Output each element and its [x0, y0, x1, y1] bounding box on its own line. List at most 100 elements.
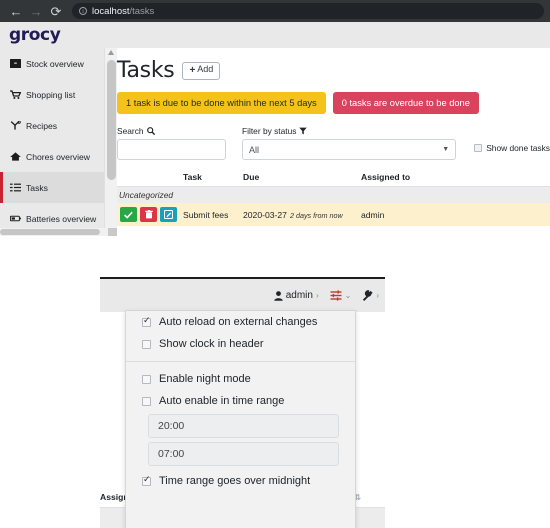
- page-title-row: Tasks + Add: [117, 48, 550, 83]
- table-row: Submit fees 2020-03-27 2 days from now ad…: [117, 203, 550, 227]
- sidebar-item-label: Batteries overview: [26, 213, 97, 224]
- user-icon: [274, 290, 283, 301]
- sidebar-item-stock-overview[interactable]: Stock overview: [0, 48, 104, 79]
- row-actions: [117, 207, 183, 223]
- tasks-table-body: Uncategorized Submit fees 2020-03-27 2 d…: [117, 186, 550, 227]
- tasks-table: Task Due Assigned to Uncategorized Submi…: [117, 169, 550, 227]
- wrench-icon: [362, 290, 373, 301]
- alert-due-soon: 1 task is due to be done within the next…: [117, 92, 326, 115]
- chevron-down-icon: ⌄: [344, 291, 352, 300]
- chevron-right-icon: ›: [376, 291, 379, 300]
- row-actions-cell: [117, 203, 183, 227]
- menu-item-show-clock[interactable]: Show clock in header: [126, 333, 355, 355]
- status-filter-group: Filter by status All ▼: [242, 126, 457, 161]
- checkbox-box: [142, 374, 151, 384]
- night-mode-start-time-input[interactable]: 20:00: [148, 414, 339, 438]
- app-header: [0, 22, 550, 48]
- checkbox-box: [142, 339, 151, 349]
- search-label-text: Search: [117, 126, 144, 137]
- user-menu[interactable]: admin ›: [274, 290, 319, 301]
- sidebar-item-shopping-list[interactable]: Shopping list: [0, 79, 104, 110]
- due-date: 2020-03-27: [243, 209, 287, 220]
- tasks-table-head: Task Due Assigned to: [117, 169, 550, 188]
- status-filter-select[interactable]: All ▼: [242, 139, 457, 161]
- horizontal-scrollbar-thumb[interactable]: [0, 229, 100, 235]
- search-input[interactable]: [117, 139, 226, 161]
- grocy-logo[interactable]: grocy: [9, 25, 61, 45]
- menu-item-enable-night-mode[interactable]: Enable night mode: [126, 368, 355, 390]
- delete-button[interactable]: [140, 207, 157, 223]
- table-header-row: Task Due Assigned to: [117, 169, 550, 188]
- menu-item-over-midnight[interactable]: Time range goes over midnight: [126, 470, 355, 492]
- settings-dropdown-menu: Auto reload on external changes Show clo…: [125, 310, 356, 528]
- menu-divider: [126, 361, 355, 362]
- forward-icon[interactable]: →: [26, 1, 46, 21]
- task-due-cell: 2020-03-27 2 days from now: [243, 203, 361, 227]
- status-filter-label-text: Filter by status: [242, 126, 297, 137]
- search-field-group: Search: [117, 126, 226, 161]
- settings-menu-toggle[interactable]: ⌄: [330, 290, 352, 301]
- column-header-task[interactable]: Task: [183, 169, 243, 188]
- chevron-right-icon: ›: [315, 291, 319, 300]
- tasks-icon: [9, 183, 22, 192]
- box-icon: [9, 59, 22, 68]
- main-content: Tasks + Add 1 task is due to be done wit…: [117, 48, 550, 227]
- sidebar-item-recipes[interactable]: Recipes: [0, 110, 104, 141]
- task-name-cell: Submit fees: [183, 203, 243, 227]
- sidebar-item-label: Tasks: [26, 182, 48, 193]
- tools-menu[interactable]: ›: [362, 290, 379, 301]
- checkbox-box: [142, 315, 151, 327]
- home-icon: [9, 152, 22, 161]
- status-filter-label: Filter by status: [242, 126, 456, 136]
- chevron-down-icon: ▼: [442, 146, 450, 154]
- alert-overdue: 0 tasks are overdue to be done: [332, 92, 479, 115]
- sidebar-item-label: Recipes: [26, 120, 58, 131]
- search-icon: [146, 127, 155, 136]
- url-host: localhost: [92, 5, 130, 17]
- due-relative: 2 days from now: [289, 210, 343, 220]
- sidebar-item-label: Chores overview: [26, 151, 90, 162]
- sliders-icon: [330, 290, 342, 301]
- horizontal-scrollbar[interactable]: [0, 228, 117, 236]
- browser-toolbar: ← → ⟳ i localhost /tasks: [0, 0, 550, 22]
- url-path: /tasks: [129, 5, 155, 17]
- address-bar[interactable]: i localhost /tasks: [72, 3, 544, 19]
- back-icon[interactable]: ←: [6, 1, 26, 21]
- vertical-scrollbar-thumb[interactable]: [107, 60, 116, 180]
- column-header-actions: [117, 169, 183, 188]
- menu-item-auto-enable-time-range[interactable]: Auto enable in time range: [126, 390, 355, 412]
- scroll-up-arrow-icon[interactable]: [108, 50, 114, 55]
- search-label: Search: [117, 126, 226, 136]
- column-header-assigned-to[interactable]: Assigned to: [361, 169, 550, 188]
- reload-icon[interactable]: ⟳: [46, 1, 66, 21]
- checkbox-box: [142, 474, 151, 486]
- menu-item-auto-reload[interactable]: Auto reload on external changes: [126, 311, 355, 333]
- secondary-window-header: admin › ⌄ ›: [100, 279, 385, 312]
- site-info-icon[interactable]: i: [79, 7, 87, 15]
- menu-item-label: Auto reload on external changes: [159, 316, 318, 328]
- checkbox-box: [142, 396, 151, 406]
- sidebar-item-tasks[interactable]: Tasks: [0, 172, 104, 203]
- edit-button[interactable]: [160, 207, 177, 223]
- menu-item-label: Enable night mode: [159, 373, 251, 385]
- show-done-tasks-checkbox[interactable]: Show done tasks: [474, 143, 550, 153]
- app-root: ← → ⟳ i localhost /tasks grocy Stock ove…: [0, 0, 550, 528]
- cart-icon: [9, 90, 22, 99]
- night-mode-end-time-input[interactable]: 07:00: [148, 442, 339, 466]
- checkbox-box: [474, 144, 483, 153]
- sidebar-item-chores-overview[interactable]: Chores overview: [0, 141, 104, 172]
- vertical-scrollbar[interactable]: [104, 48, 117, 234]
- menu-item-label: Show clock in header: [159, 338, 264, 350]
- filter-icon: [299, 127, 308, 135]
- task-assigned-cell: admin: [361, 203, 550, 227]
- menu-item-label: Auto enable in time range: [159, 395, 285, 407]
- column-header-due[interactable]: Due: [243, 169, 361, 188]
- battery-icon: [9, 214, 22, 223]
- sidebar-item-label: Shopping list: [26, 89, 76, 100]
- show-done-tasks-label: Show done tasks: [486, 143, 550, 154]
- user-menu-label: admin: [285, 290, 313, 301]
- add-task-button[interactable]: + Add: [182, 61, 221, 80]
- done-button[interactable]: [120, 207, 137, 223]
- scrollbar-corner: [108, 228, 117, 236]
- status-filter-value: All: [249, 144, 260, 155]
